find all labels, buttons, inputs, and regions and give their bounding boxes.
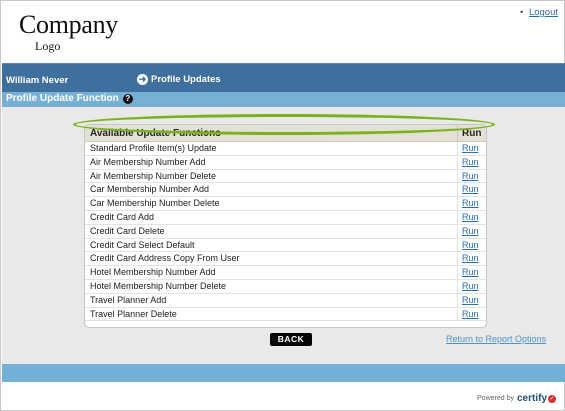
section-header: Profile Update Function ? — [2, 92, 565, 107]
function-label: Standard Profile Item(s) Update — [90, 143, 217, 153]
table-row: Credit Card Delete Run — [85, 224, 486, 239]
logo-line2: Logo — [35, 39, 61, 53]
update-functions-table: Available Update Functions Run Standard … — [84, 124, 487, 328]
main-content: Available Update Functions Run Standard … — [2, 107, 565, 364]
table-row: Hotel Membership Number Add Run — [85, 266, 486, 280]
certify-logo: certify — [516, 393, 547, 404]
help-icon[interactable]: ? — [122, 93, 133, 104]
function-label: Car Membership Number Delete — [90, 198, 220, 209]
function-label: Credit Card Address Copy From User — [90, 253, 240, 264]
arrow-right-circle-icon: ➜ — [137, 74, 148, 85]
user-name: William Never — [6, 75, 69, 86]
section-title-text: Profile Update Function — [6, 93, 119, 104]
breadcrumb: ➜ Profile Updates — [137, 74, 221, 85]
logout-link[interactable]: Logout — [529, 7, 558, 18]
function-label: Credit Card Select Default — [90, 239, 195, 250]
function-label: Hotel Membership Number Add — [90, 267, 216, 278]
function-label: Air Membership Number Add — [90, 156, 206, 167]
nav-bar: William Never ➜ Profile Updates — [2, 63, 565, 92]
run-link[interactable]: Run — [462, 143, 479, 153]
logo-line1: Company — [19, 10, 119, 39]
column-divider — [457, 183, 458, 197]
table-row: Credit Card Address Copy From User Run — [85, 252, 486, 267]
column-divider — [457, 142, 458, 155]
function-label: Credit Card Delete — [90, 225, 165, 236]
run-link[interactable]: Run — [462, 253, 479, 263]
company-logo: Company Logo — [19, 10, 119, 54]
function-label: Hotel Membership Number Delete — [90, 280, 227, 291]
table-row: Travel Planner Add Run — [85, 293, 486, 308]
table-row: Standard Profile Item(s) Update Run — [85, 142, 486, 156]
column-divider — [457, 238, 458, 252]
column-divider — [457, 224, 458, 238]
run-link[interactable]: Run — [462, 226, 479, 236]
table-row: Travel Planner Delete Run — [85, 307, 486, 322]
column-divider — [457, 210, 458, 224]
powered-by: Powered by certify ✓ — [477, 393, 556, 404]
table-row: Car Membership Number Add Run — [85, 183, 486, 198]
table-row: Car Membership Number Delete Run — [85, 197, 486, 211]
column-divider — [457, 293, 458, 307]
table-row: Credit Card Select Default Run — [85, 238, 486, 253]
run-link[interactable]: Run — [462, 309, 479, 319]
footer-bar — [2, 364, 565, 382]
powered-by-text: Powered by — [477, 395, 514, 402]
table-header: Available Update Functions Run — [85, 125, 486, 142]
back-button[interactable]: BACK — [270, 333, 312, 346]
table-row: Air Membership Number Delete Run — [85, 169, 486, 184]
function-label: Air Membership Number Delete — [90, 170, 217, 181]
column-divider — [457, 266, 458, 279]
app-window: Company Logo • Logout William Never ➜ Pr… — [0, 0, 565, 411]
table-body: Standard Profile Item(s) Update Run Air Me… — [85, 142, 486, 322]
function-label: Travel Planner Delete — [90, 308, 177, 319]
function-label: Credit Card Add — [90, 211, 155, 222]
header-divider — [457, 125, 458, 142]
column-divider — [457, 169, 458, 183]
header-run: Run — [462, 128, 482, 139]
column-divider — [457, 252, 458, 266]
section-title: Profile Update Function ? — [6, 93, 133, 104]
table-row: Credit Card Add Run — [85, 210, 486, 225]
table-row: Hotel Membership Number Delete Run — [85, 279, 486, 294]
function-label: Car Membership Number Add — [90, 184, 210, 195]
bullet-icon: • — [519, 7, 524, 18]
run-link[interactable]: Run — [462, 184, 479, 194]
run-link[interactable]: Run — [462, 157, 479, 167]
column-divider — [457, 197, 458, 210]
breadcrumb-label: Profile Updates — [151, 74, 221, 85]
run-link[interactable]: Run — [462, 281, 479, 291]
logout-area: • Logout — [520, 7, 558, 18]
header-functions: Available Update Functions — [90, 128, 221, 139]
column-divider — [457, 155, 458, 169]
run-link[interactable]: Run — [462, 212, 479, 222]
run-link[interactable]: Run — [462, 198, 479, 208]
return-to-report-options-link[interactable]: Return to Report Options — [446, 334, 546, 344]
check-icon: ✓ — [548, 394, 556, 403]
run-link[interactable]: Run — [462, 295, 479, 305]
column-divider — [457, 279, 458, 293]
table-row: Air Membership Number Add Run — [85, 155, 486, 170]
function-label: Travel Planner Add — [90, 294, 167, 305]
run-link[interactable]: Run — [462, 267, 479, 277]
run-link[interactable]: Run — [462, 171, 479, 181]
run-link[interactable]: Run — [462, 240, 479, 250]
column-divider — [457, 307, 458, 321]
